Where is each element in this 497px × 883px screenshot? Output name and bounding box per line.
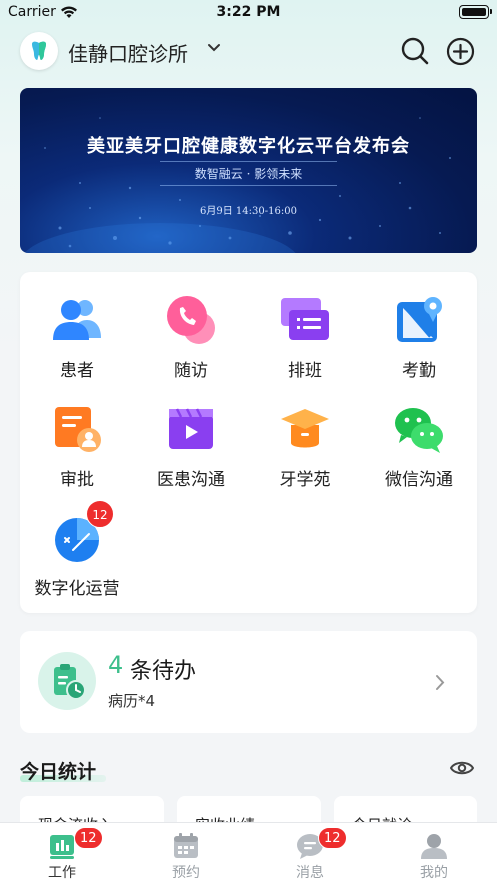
banner-date: 6月9日 14:30-16:00	[200, 206, 297, 217]
grid-label: 患者	[60, 361, 94, 381]
grid-item-approval[interactable]: 审批	[20, 381, 134, 490]
chevron-right-icon	[436, 675, 445, 690]
tab-messages-badge: 12	[318, 827, 347, 849]
feature-grid: 患者 随访 排班 考勤 审批 医患沟通 牙学苑 微信沟通 数字化运营 12	[20, 272, 477, 613]
chevron-down-icon[interactable]	[207, 43, 221, 53]
grid-label: 牙学苑	[279, 470, 331, 490]
header: 佳静口腔诊所	[0, 30, 497, 74]
tab-messages[interactable]: 消息 12	[248, 823, 372, 883]
clinic-logo[interactable]	[20, 32, 58, 70]
status-bar: Carrier 3:22 PM	[0, 0, 497, 26]
video-communication-icon	[169, 408, 213, 449]
banner-subtitle: 数智融云 · 影领未来	[194, 167, 303, 181]
grid-label: 审批	[60, 470, 94, 490]
banner-divider	[160, 185, 337, 186]
grid-label: 医患沟通	[157, 470, 225, 490]
grid-item-schedule[interactable]: 排班	[248, 272, 362, 381]
tab-bar: 工作 12 预约 消息 12 我的	[0, 822, 497, 883]
wechat-icon	[395, 408, 443, 453]
grid-item-followup[interactable]: 随访	[134, 272, 248, 381]
tab-profile[interactable]: 我的	[372, 823, 496, 883]
grid-label: 数字化运营	[34, 579, 120, 599]
tab-label: 预约	[172, 865, 200, 881]
tab-appointment[interactable]: 预约	[124, 823, 248, 883]
tab-label: 我的	[420, 865, 448, 881]
profile-icon	[421, 834, 447, 859]
grid-label: 排班	[288, 361, 322, 381]
eye-icon[interactable]	[450, 759, 474, 777]
grid-item-doctor-patient-communication[interactable]: 医患沟通	[134, 381, 248, 490]
tab-label: 消息	[296, 865, 324, 881]
calendar-icon	[174, 833, 198, 858]
tab-work[interactable]: 工作 12	[0, 823, 124, 883]
approval-icon	[55, 407, 101, 452]
banner-divider	[160, 161, 337, 162]
grid-item-wechat-communication[interactable]: 微信沟通	[362, 381, 476, 490]
patients-icon	[53, 300, 101, 340]
tooth-logo-icon	[32, 41, 46, 60]
grid-label: 考勤	[402, 361, 436, 381]
followup-phone-icon	[167, 296, 215, 344]
tab-label: 工作	[48, 865, 76, 881]
status-time: 3:22 PM	[216, 4, 281, 20]
search-icon[interactable]	[400, 36, 430, 66]
add-icon[interactable]	[446, 37, 475, 66]
tab-work-badge: 12	[74, 827, 103, 849]
todo-card[interactable]: 4 条待办 病历*4	[20, 631, 477, 733]
stats-title: 今日统计	[20, 761, 97, 783]
digital-operation-badge: 12	[86, 500, 114, 528]
todo-clipboard-icon	[38, 652, 96, 710]
attendance-map-icon	[397, 297, 442, 342]
banner-title: 美亚美牙口腔健康数字化云平台发布会	[87, 136, 410, 157]
work-icon	[50, 835, 74, 859]
todo-detail: 病历*4	[108, 692, 156, 710]
clinic-name[interactable]: 佳静口腔诊所	[68, 38, 188, 67]
grid-label: 微信沟通	[385, 470, 453, 490]
grid-label: 随访	[174, 361, 208, 381]
todo-title: 条待办	[130, 659, 197, 684]
grid-item-dental-academy[interactable]: 牙学苑	[248, 381, 362, 490]
graduation-cap-icon	[281, 409, 329, 448]
grid-item-digital-operation[interactable]: 数字化运营	[20, 490, 134, 599]
promo-banner[interactable]: 美亚美牙口腔健康数字化云平台发布会 数智融云 · 影领未来 6月9日 14:30…	[20, 88, 477, 253]
grid-item-patients[interactable]: 患者	[20, 272, 134, 381]
grid-item-attendance[interactable]: 考勤	[362, 272, 476, 381]
battery-icon	[459, 5, 492, 19]
todo-count: 4	[108, 651, 124, 679]
schedule-icon	[281, 298, 329, 340]
